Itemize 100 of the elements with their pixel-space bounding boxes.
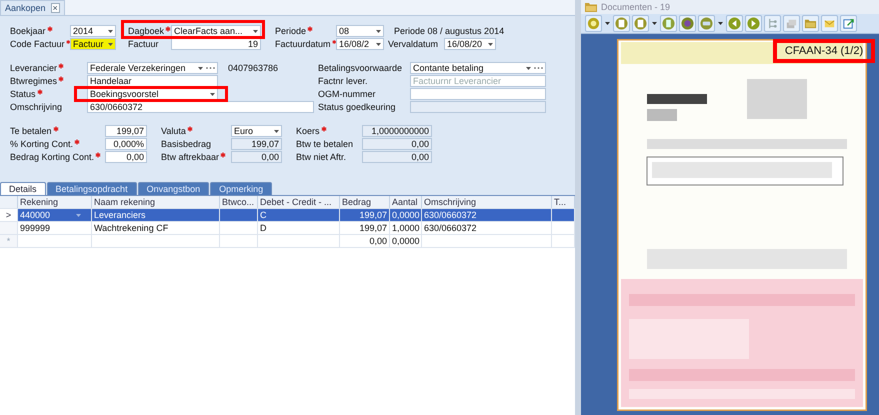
- toolbar-button[interactable]: [802, 14, 819, 32]
- column-header[interactable]: Btwco...: [220, 196, 258, 208]
- dropdown-field[interactable]: 08: [336, 25, 384, 37]
- tab[interactable]: Details: [0, 182, 46, 195]
- dropdown-field[interactable]: Euro: [231, 125, 282, 137]
- input-field[interactable]: Handelaar: [87, 75, 218, 87]
- table-cell: 199,07: [340, 209, 390, 221]
- dropdown-arrow[interactable]: [718, 22, 723, 25]
- field-label: Bedrag Korting Cont.: [10, 152, 94, 162]
- window-title: Documenten - 19: [601, 2, 670, 12]
- toolbar-button[interactable]: [745, 14, 762, 32]
- toolbar-button[interactable]: [679, 14, 696, 32]
- close-button[interactable]: ×: [50, 3, 60, 13]
- tab[interactable]: Betalingsopdracht: [46, 182, 137, 195]
- field-label: Periode: [275, 26, 306, 36]
- field-label: Status: [10, 89, 36, 99]
- table-cell: D: [258, 222, 340, 234]
- document-stamp: CFAAN-34 (1/2): [773, 39, 875, 63]
- toolbar-button[interactable]: [840, 14, 857, 32]
- field-label: Code Factuur: [10, 39, 65, 49]
- column-header[interactable]: Rekening: [18, 196, 92, 208]
- disc-icon: [587, 16, 600, 30]
- input-field[interactable]: [410, 101, 546, 113]
- field-label: Leverancier: [10, 63, 58, 73]
- column-header[interactable]: Debet - Credit - ...: [258, 196, 340, 208]
- field-label: Basisbedrag: [161, 139, 212, 149]
- tab[interactable]: Onvangstbon: [138, 182, 210, 195]
- input-field[interactable]: 0,000%: [105, 138, 147, 150]
- caret-icon: [253, 30, 258, 32]
- dropdown-arrow[interactable]: [605, 22, 610, 25]
- tab[interactable]: Opmerking: [210, 182, 272, 195]
- dropdown-field[interactable]: ClearFacts aan...: [171, 25, 261, 37]
- input-field[interactable]: 199,07: [105, 125, 147, 137]
- arrow-left-icon: [728, 16, 741, 30]
- input-field[interactable]: [410, 88, 546, 100]
- input-field[interactable]: 0,00: [231, 151, 282, 163]
- table-row[interactable]: * 0,00 0,0000: [0, 235, 575, 248]
- input-field[interactable]: 0,00: [362, 151, 432, 163]
- field-label: Btwregimes: [10, 76, 58, 86]
- caret-icon: [488, 42, 493, 46]
- field-label: Dagboek: [128, 26, 164, 36]
- dropdown-arrow[interactable]: [652, 22, 657, 25]
- column-header[interactable]: Aantal: [390, 196, 422, 208]
- row-marker: *: [0, 235, 18, 247]
- input-field[interactable]: 19: [171, 38, 261, 50]
- dropdown-field[interactable]: 2014: [70, 25, 116, 37]
- column-header[interactable]: Bedrag: [340, 196, 390, 208]
- dropdown-field[interactable]: 16/08/20: [444, 38, 496, 50]
- input-field[interactable]: 630/0660372: [87, 101, 314, 113]
- caret-icon: [526, 66, 531, 70]
- tree-icon: [766, 16, 779, 30]
- row-marker: >: [0, 209, 18, 221]
- field-label: % Korting Cont.: [10, 139, 74, 149]
- field-label: OGM-nummer: [318, 89, 376, 99]
- input-field[interactable]: 0,00: [105, 151, 147, 163]
- field-label: Factuurdatum: [275, 39, 331, 49]
- input-field[interactable]: 0,00: [362, 138, 432, 150]
- caret-icon: [108, 42, 113, 46]
- field-label: Status goedkeuring: [318, 102, 396, 112]
- field-label: Factnr lever.: [318, 76, 368, 86]
- dropdown-field[interactable]: Federale Verzekeringen: [87, 62, 218, 74]
- table-cell: 440000: [18, 209, 92, 221]
- column-header[interactable]: Omschrijving: [422, 196, 552, 208]
- table-cell: 630/0660372: [422, 209, 552, 221]
- column-header[interactable]: Naam rekening: [92, 196, 220, 208]
- dropdown-field[interactable]: 16/08/2: [336, 38, 384, 50]
- input-field[interactable]: Factuurnr Leverancier: [410, 75, 546, 87]
- field-label: Koers: [296, 126, 320, 136]
- table-row[interactable]: > 440000 Leveranciers C 199,07 0,0000 630/0660372: [0, 209, 575, 222]
- field-label: Btw aftrekbaar: [161, 152, 220, 162]
- field-label: Betalingsvoorwaarde: [318, 63, 402, 73]
- table-cell: Wachtrekening CF: [92, 222, 220, 234]
- dropdown-field[interactable]: Factuur: [70, 38, 116, 50]
- export-icon: [842, 16, 855, 30]
- table-cell: 630/0660372: [422, 222, 552, 234]
- info-text: Periode 08 / augustus 2014: [393, 26, 506, 36]
- document-tab[interactable]: Aankopen ×: [0, 0, 65, 15]
- field-label: Factuur: [128, 39, 159, 49]
- caret-icon: [376, 42, 381, 46]
- input-field[interactable]: 199,07: [231, 138, 282, 150]
- table-cell: 0,0000: [390, 209, 422, 221]
- table-cell: 0,00: [340, 235, 390, 247]
- field-label: Boekjaar: [10, 26, 46, 36]
- arrow-right-icon: [747, 16, 760, 30]
- field-label: Valuta: [161, 126, 186, 136]
- field-label: Btw niet Aftr.: [296, 152, 346, 162]
- table-cell: 999999: [18, 222, 92, 234]
- table-cell: Leveranciers: [92, 209, 220, 221]
- input-field[interactable]: 1,0000000000: [362, 125, 432, 137]
- dropdown-field[interactable]: Contante betaling: [410, 62, 546, 74]
- caret-icon: [376, 30, 381, 32]
- page-icon: [662, 16, 675, 30]
- field-label: Omschrijving: [10, 102, 62, 112]
- field-label: Vervaldatum: [388, 39, 438, 49]
- caret-icon: [108, 30, 113, 32]
- info-text: 0407963786: [227, 63, 280, 73]
- table-row[interactable]: 999999 Wachtrekening CF D 199,07 1,0000 630/0660372: [0, 222, 575, 235]
- field-label: Te betalen: [10, 126, 52, 136]
- caret-icon[interactable]: [76, 214, 81, 217]
- caret-icon: [210, 92, 215, 96]
